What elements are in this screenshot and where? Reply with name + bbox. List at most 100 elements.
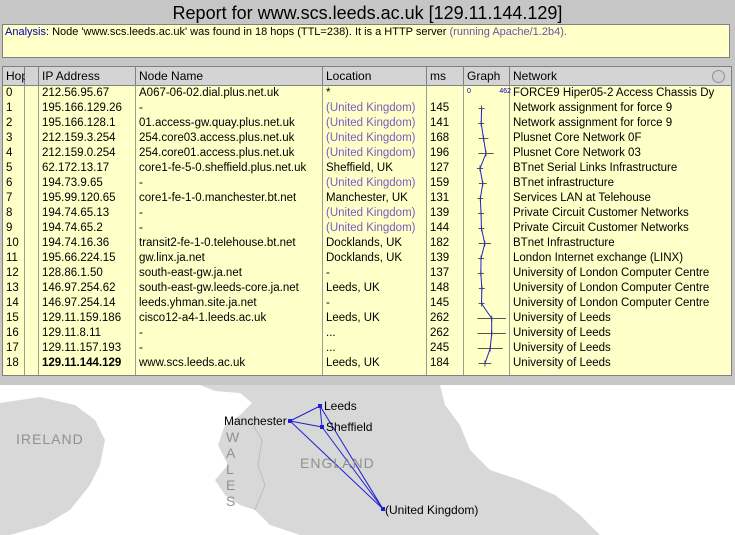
- col-flag[interactable]: [25, 67, 39, 85]
- cell-location: (United Kingdom): [326, 147, 416, 159]
- cell-hop: 17: [6, 342, 19, 354]
- table-row[interactable]: 7 195.99.120.65 core1-fe-1-0.manchester.bt…: [3, 191, 731, 206]
- table-row[interactable]: 17 129.11.157.193 -... 245 University of Lee…: [3, 341, 731, 356]
- cell-hop: 2: [6, 117, 13, 129]
- table-row[interactable]: 9 194.74.65.2 - (United Kingdom) 144 Private …: [3, 221, 731, 236]
- route-map: IRELAND WALES ENGLAND Manchester Leeds S…: [0, 385, 735, 535]
- table-row[interactable]: 16 129.11.8.11 -... 262 University of Leeds: [3, 326, 731, 341]
- table-row[interactable]: 11 195.66.224.15 gw.linx.ja.net Docklands, …: [3, 251, 731, 266]
- cell-ip: 62.172.13.17: [42, 162, 110, 174]
- options-button[interactable]: [712, 70, 725, 83]
- cell-node: 254.core01.access.plus.net.uk: [139, 147, 295, 159]
- table-row[interactable]: 13 146.97.254.62 south-east-gw.leeds-core.…: [3, 281, 731, 296]
- cell-network: University of Leeds: [513, 342, 611, 354]
- cell-node: south-east-gw.ja.net: [139, 267, 242, 279]
- table-row[interactable]: 2 195.166.128.1 01.access-gw.quay.plus.net…: [3, 116, 731, 131]
- col-ms[interactable]: ms: [427, 67, 464, 85]
- cell-ms: 159: [430, 177, 450, 189]
- trace-table: Hop IP Address Node Name Location ms Gra…: [2, 66, 732, 376]
- cell-ip: 195.99.120.65: [42, 192, 116, 204]
- cell-node: -: [139, 102, 143, 114]
- col-ip[interactable]: IP Address: [39, 67, 136, 85]
- cell-network: London Internet exchange (LINX): [513, 252, 684, 264]
- col-location[interactable]: Location: [323, 67, 427, 85]
- cell-hop: 3: [6, 132, 13, 144]
- cell-location: Docklands, UK: [326, 237, 403, 249]
- col-network[interactable]: Network: [510, 67, 731, 85]
- cell-node: -: [139, 207, 143, 219]
- table-row[interactable]: 15 129.11.159.186 cisco12-a4-1.leeds.ac.uk…: [3, 311, 731, 326]
- cell-network: University of Leeds: [513, 357, 611, 369]
- cell-ip: 129.11.8.11: [42, 327, 102, 339]
- table-row[interactable]: 0 212.56.95.67 A067-06-02.dial.plus.net.uk…: [3, 86, 731, 101]
- cell-location: Leeds, UK: [326, 282, 380, 294]
- cell-ms: [427, 86, 464, 101]
- cell-node: 01.access-gw.quay.plus.net.uk: [139, 117, 295, 129]
- table-row[interactable]: 12 128.86.1.50 south-east-gw.ja.net - 137 Uni…: [3, 266, 731, 281]
- cell-network: University of London Computer Centre: [513, 282, 710, 294]
- analysis-label[interactable]: Analysis: [5, 26, 46, 38]
- cell-node: gw.linx.ja.net: [139, 252, 205, 264]
- cell-ms: 145: [430, 102, 450, 114]
- cell-node: core1-fe-5-0.sheffield.plus.net.uk: [139, 162, 307, 174]
- cell-location: Leeds, UK: [326, 357, 380, 369]
- cell-ms: 144: [430, 222, 450, 234]
- city-sheffield[interactable]: Sheffield: [326, 420, 372, 434]
- cell-ip: 194.74.16.36: [42, 237, 110, 249]
- cell-hop: 13: [6, 282, 19, 294]
- cell-ip: 194.74.65.2: [42, 222, 103, 234]
- col-hop[interactable]: Hop: [3, 67, 28, 85]
- table-row[interactable]: 14 146.97.254.14 leeds.yhman.site.ja.net - 1…: [3, 296, 731, 311]
- col-node[interactable]: Node Name: [136, 67, 323, 85]
- table-row[interactable]: 4 212.159.0.254 254.core01.access.plus.net…: [3, 146, 731, 161]
- cell-ms: 182: [430, 237, 450, 249]
- cell-ms: 148: [430, 282, 450, 294]
- cell-hop: 7: [6, 192, 13, 204]
- cell-location: (United Kingdom): [326, 222, 416, 234]
- col-graph[interactable]: Graph: [464, 67, 510, 85]
- cell-hop: 14: [6, 297, 19, 309]
- cell-ip: 212.159.0.254: [42, 147, 116, 159]
- cell-hop: 4: [6, 147, 13, 159]
- cell-ip: 194.74.65.13: [42, 207, 110, 219]
- cell-node: A067-06-02.dial.plus.net.uk: [139, 87, 280, 99]
- cell-ms: 245: [430, 342, 450, 354]
- region-england: ENGLAND: [300, 455, 375, 471]
- region-wales: WALES: [226, 429, 241, 509]
- cell-location: Manchester, UK: [326, 192, 408, 204]
- cell-location: Docklands, UK: [326, 252, 403, 264]
- latency-graph: 0 462: [467, 88, 511, 367]
- cell-network: University of Leeds: [513, 312, 611, 324]
- cell-location: ...: [326, 342, 336, 354]
- table-row[interactable]: 6 194.73.9.65 - (United Kingdom) 159 BTnet in…: [3, 176, 731, 191]
- cell-node: transit2-fe-1-0.telehouse.bt.net: [139, 237, 296, 249]
- cell-hop: 1: [6, 102, 13, 114]
- cell-node: -: [139, 342, 143, 354]
- cell-location: (United Kingdom): [326, 132, 416, 144]
- cell-location: -: [326, 267, 330, 279]
- table-row[interactable]: 3 212.159.3.254 254.core03.access.plus.net…: [3, 131, 731, 146]
- table-row[interactable]: 10 194.74.16.36 transit2-fe-1-0.telehouse.…: [3, 236, 731, 251]
- cell-ip: 129.11.159.186: [42, 312, 122, 324]
- city-manchester[interactable]: Manchester: [224, 414, 287, 428]
- cell-network: Network assignment for force 9: [513, 102, 673, 114]
- cell-network: Private Circuit Customer Networks: [513, 207, 689, 219]
- cell-network: University of London Computer Centre: [513, 297, 710, 309]
- cell-ip: 212.56.95.67: [42, 87, 110, 99]
- table-row[interactable]: 18 129.11.144.129 www.scs.leeds.ac.uk Leeds…: [3, 356, 731, 371]
- cell-node: south-east-gw.leeds-core.ja.net: [139, 282, 299, 294]
- cell-hop: 18: [6, 357, 19, 369]
- city-leeds[interactable]: Leeds: [324, 399, 357, 413]
- cell-location: (United Kingdom): [326, 207, 416, 219]
- city-united-kingdom[interactable]: (United Kingdom): [385, 503, 478, 517]
- page-title: Report for www.scs.leeds.ac.uk [129.11.1…: [172, 3, 563, 23]
- cell-ms: 184: [430, 357, 450, 369]
- cell-ms: 139: [430, 252, 450, 264]
- table-row[interactable]: 1 195.166.129.26 - (United Kingdom) 145 Netwo…: [3, 101, 731, 116]
- graph-scale-min: 0: [467, 88, 471, 95]
- cell-location: *: [326, 87, 331, 99]
- cell-network: Services LAN at Telehouse: [513, 192, 651, 204]
- table-row[interactable]: 8 194.74.65.13 - (United Kingdom) 139 Private…: [3, 206, 731, 221]
- table-row[interactable]: 5 62.172.13.17 core1-fe-5-0.sheffield.plus…: [3, 161, 731, 176]
- cell-location: -: [326, 297, 330, 309]
